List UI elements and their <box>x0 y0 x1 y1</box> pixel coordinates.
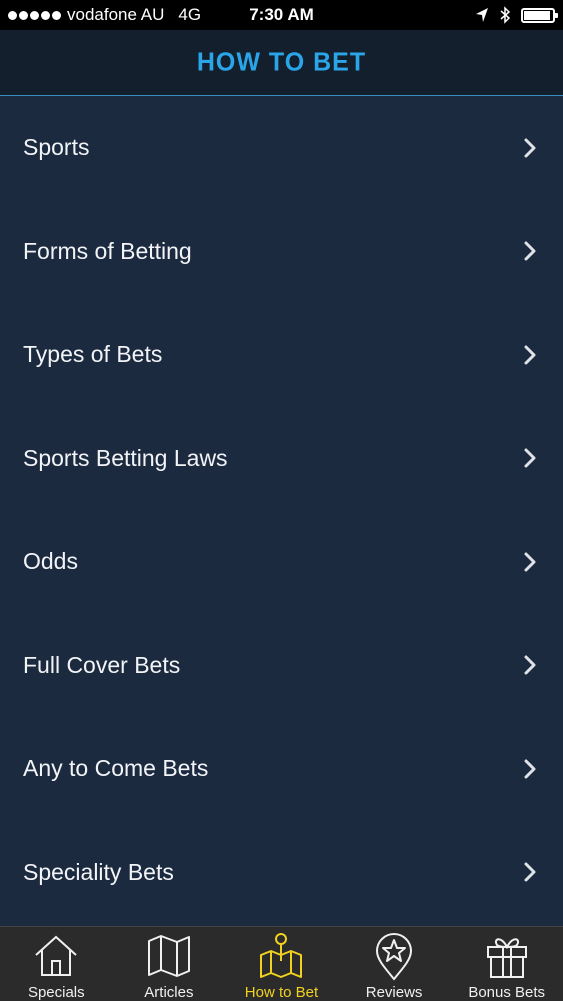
tab-how-to-bet[interactable]: How to Bet <box>225 927 338 1001</box>
menu-item-sports[interactable]: Sports <box>0 96 563 200</box>
house-icon <box>35 935 77 976</box>
menu-item-odds[interactable]: Odds <box>0 510 563 614</box>
menu-item-label: Speciality Bets <box>23 858 174 885</box>
tab-articles[interactable]: Articles <box>113 927 226 1001</box>
menu-item-sports-betting-laws[interactable]: Sports Betting Laws <box>0 407 563 511</box>
tab-label: How to Bet <box>244 984 319 1001</box>
battery-icon <box>521 7 558 23</box>
menu-item-label: Types of Bets <box>23 341 163 368</box>
menu-item-speciality-bets[interactable]: Speciality Bets <box>0 821 563 925</box>
chevron-right-icon <box>521 654 539 676</box>
menu-item-label: Any to Come Bets <box>23 755 209 782</box>
chevron-right-icon <box>521 551 539 573</box>
menu-item-forms-of-betting[interactable]: Forms of Betting <box>0 200 563 304</box>
menu-item-label: Forms of Betting <box>23 237 192 264</box>
gift-icon <box>486 938 527 978</box>
tab-bar: Specials Articles How to Bet Reviews Bon… <box>0 926 563 1001</box>
chevron-right-icon <box>521 447 539 469</box>
tab-label: Specials <box>27 984 85 1001</box>
chevron-right-icon <box>521 240 539 262</box>
chevron-right-icon <box>521 861 539 883</box>
bluetooth-icon <box>500 6 511 24</box>
page-title: HOW TO BET <box>196 47 367 77</box>
status-bar: vodafone AU 4G 7:30 AM <box>0 0 563 30</box>
chevron-right-icon <box>521 344 539 366</box>
map-icon <box>147 935 190 977</box>
menu-item-any-to-come-bets[interactable]: Any to Come Bets <box>0 717 563 821</box>
chevron-right-icon <box>521 137 539 159</box>
tab-bonus-bets[interactable]: Bonus Bets <box>450 927 563 1001</box>
tab-reviews[interactable]: Reviews <box>338 927 451 1001</box>
menu-item-label: Full Cover Bets <box>23 651 181 678</box>
tab-specials[interactable]: Specials <box>0 927 113 1001</box>
nav-header: HOW TO BET <box>0 30 563 96</box>
star-pin-icon <box>376 933 413 981</box>
location-arrow-icon <box>476 8 488 22</box>
tab-label: Bonus Bets <box>468 984 546 1001</box>
menu-item-label: Odds <box>23 548 78 575</box>
tab-label: Reviews <box>365 984 423 1001</box>
status-right <box>475 0 558 30</box>
menu-item-full-cover-bets[interactable]: Full Cover Bets <box>0 614 563 718</box>
tab-label: Articles <box>144 984 194 1001</box>
menu-item-types-of-bets[interactable]: Types of Bets <box>0 303 563 407</box>
map-pin-icon <box>260 933 303 978</box>
menu-list: Sports Forms of Betting Types of Bets Sp… <box>0 96 563 924</box>
chevron-right-icon <box>521 758 539 780</box>
menu-item-label: Sports Betting Laws <box>23 444 228 471</box>
menu-item-label: Sports <box>23 134 90 161</box>
